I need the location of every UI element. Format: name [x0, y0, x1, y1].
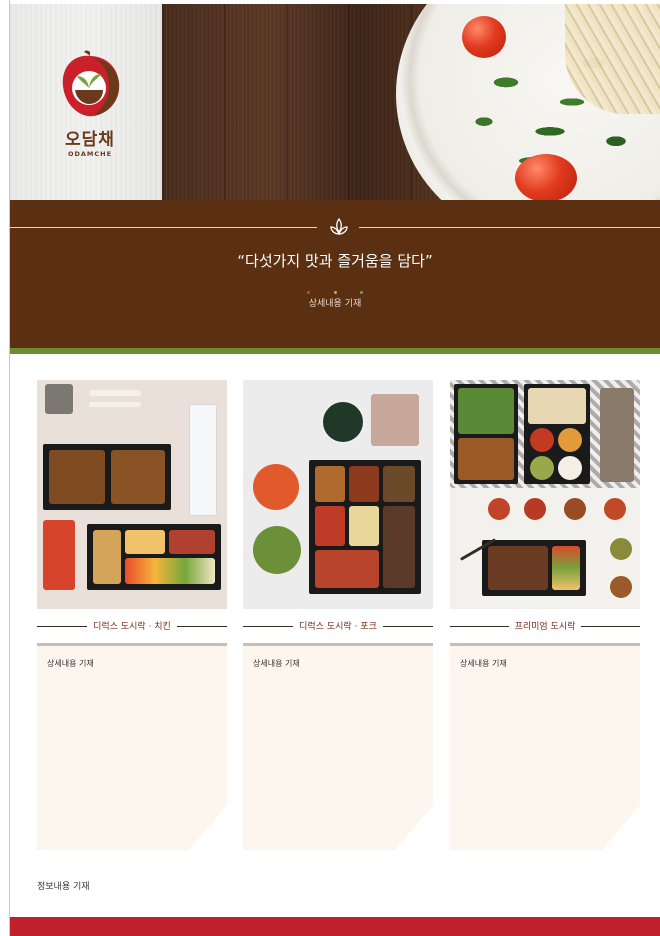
product-label-row: 디럭스 도시락 · 치킨: [37, 609, 227, 643]
odamche-logo-icon: [62, 50, 120, 117]
cherry-tomato: [515, 154, 577, 200]
pork-food: [383, 506, 415, 588]
chicken-food: [458, 438, 514, 480]
dot-orange: [333, 291, 337, 294]
dot-green: [359, 291, 363, 294]
brand-logo: 오담채 ODAMCHE: [50, 48, 130, 158]
slogan-subtitle: 상세내용 기재: [308, 299, 362, 309]
product-card-pork: 디럭스 도시락 · 포크 상세내용 기재: [243, 380, 433, 850]
knife: [89, 402, 141, 407]
naan-bread: [528, 388, 586, 424]
cloth-napkin: [600, 388, 634, 482]
chicken-food: [49, 450, 105, 504]
divider-line: [359, 227, 660, 228]
drink-cup: [43, 520, 75, 590]
salad-container: [371, 394, 419, 446]
side-dish: [315, 466, 345, 502]
footer-info-text: 정보내용 기재: [37, 882, 90, 892]
sauce-cup: [558, 428, 582, 452]
cherry-tomato: [462, 16, 506, 58]
pork-lunchbox-photo: [243, 380, 433, 609]
seaweed-bowl: [321, 400, 365, 444]
salad-food: [458, 388, 514, 434]
fork: [89, 390, 141, 396]
product-detail-box: 상세내용 기재: [243, 646, 433, 850]
side-dish: [383, 466, 415, 502]
slogan-title: “다섯가지 맛과 즐거움을 담다”: [237, 252, 433, 270]
sauce-cup: [558, 456, 582, 480]
fruit-cup: [253, 464, 299, 510]
hero-image: 오담채 ODAMCHE: [10, 4, 660, 200]
beef-food: [488, 546, 548, 590]
chicken-lunchbox-photo: [37, 380, 227, 609]
product-name-text: 디럭스 도시락 · 포크: [293, 622, 383, 632]
flyer-page: 오담채 ODAMCHE “다섯가지 맛과 즐거움을 담다” 상세내용 기재 디럭…: [0, 0, 660, 936]
side-dish: [125, 558, 215, 584]
side-dish: [315, 506, 345, 546]
product-name: 프리미엄 도시락: [450, 619, 640, 632]
product-name-text: 디럭스 도시락 · 치킨: [87, 622, 177, 632]
side-dish: [93, 530, 121, 584]
water-bottle: [189, 404, 217, 516]
side-dish: [125, 530, 165, 554]
detail-top-bar: [243, 643, 433, 646]
product-name-text: 프리미엄 도시락: [508, 622, 582, 632]
side-bowl: [562, 496, 588, 522]
green-accent-bar: [10, 348, 660, 354]
side-dish: [169, 530, 215, 554]
side-bowl: [602, 496, 628, 522]
brand-name-korean: 오담채: [65, 130, 115, 150]
product-detail-text: 상세내용 기재: [460, 659, 507, 668]
product-detail-text: 상세내용 기재: [253, 659, 300, 668]
product-detail-text: 상세내용 기재: [47, 659, 94, 668]
divider-line: [10, 227, 317, 228]
slogan-banner: “다섯가지 맛과 즐거움을 담다” 상세내용 기재: [10, 200, 660, 348]
product-card-chicken: 디럭스 도시락 · 치킨 상세내용 기재: [37, 380, 227, 850]
detail-top-bar: [450, 643, 640, 646]
side-bowl: [608, 536, 634, 562]
side-dish: [349, 466, 379, 502]
brand-name-english: ODAMCHE: [67, 150, 113, 158]
side-dish: [552, 546, 580, 590]
napkin: [45, 384, 73, 414]
detail-top-bar: [37, 643, 227, 646]
side-bowl: [608, 574, 634, 600]
side-dish: [349, 506, 379, 546]
product-name: 디럭스 도시락 · 포크: [243, 619, 433, 632]
side-dish: [315, 550, 379, 588]
product-card-premium: 프리미엄 도시락 상세내용 기재: [450, 380, 640, 850]
salad-cup: [253, 526, 301, 574]
product-name: 디럭스 도시락 · 치킨: [37, 619, 227, 632]
product-label-row: 디럭스 도시락 · 포크: [243, 609, 433, 643]
sauce-cup: [530, 456, 554, 480]
side-bowl: [522, 496, 548, 522]
product-detail-box: 상세내용 기재: [450, 646, 640, 850]
product-detail-box: 상세내용 기재: [37, 646, 227, 850]
chicken-food: [111, 450, 165, 504]
sauce-cup: [530, 428, 554, 452]
leaf-sprout-icon: [330, 217, 348, 235]
side-bowl: [486, 496, 512, 522]
red-footer-bar: [10, 917, 660, 936]
premium-lunchbox-photo: [450, 380, 640, 609]
dot-red: [307, 291, 311, 294]
product-label-row: 프리미엄 도시락: [450, 609, 640, 643]
